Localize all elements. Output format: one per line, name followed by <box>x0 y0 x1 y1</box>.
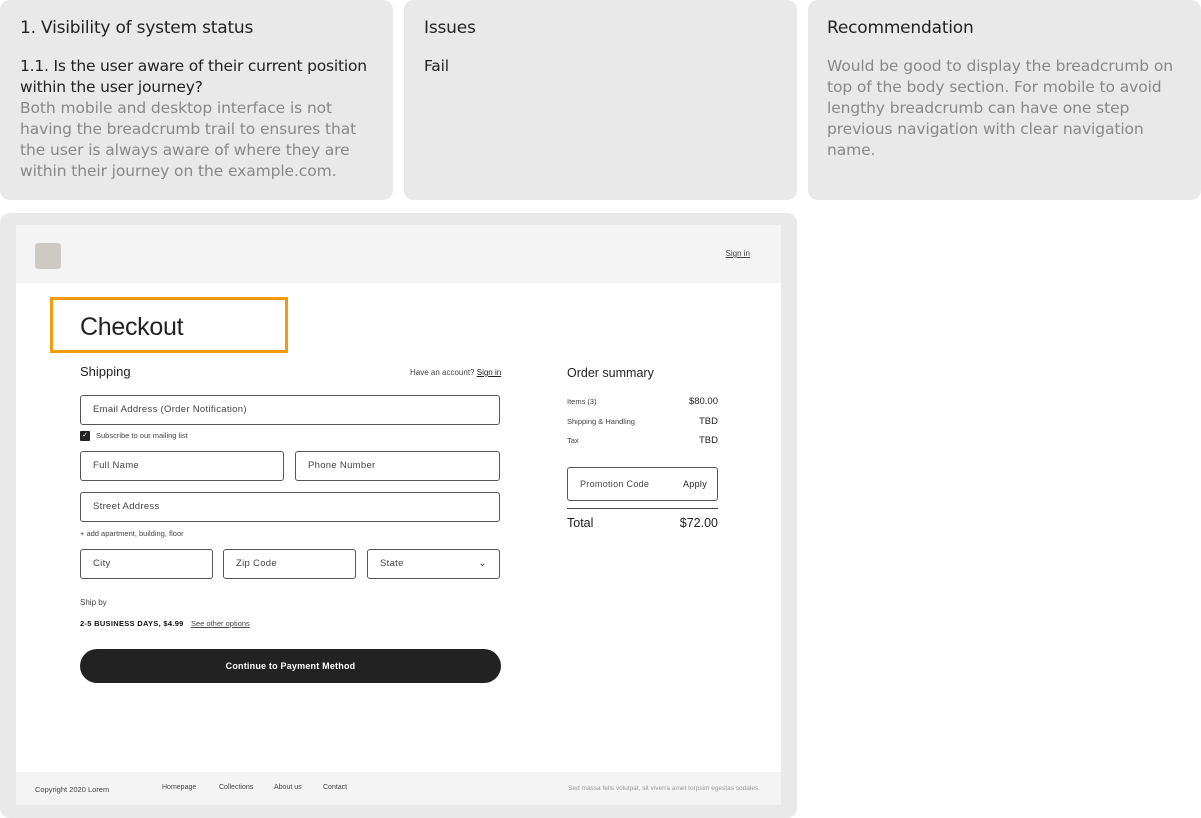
city-field[interactable]: City <box>80 549 213 579</box>
see-other-options-link[interactable]: See other options <box>191 619 250 628</box>
summary-row: Tax TBD <box>567 435 718 446</box>
total-value: $72.00 <box>679 516 718 530</box>
issues-title: Issues <box>424 18 476 38</box>
footer-link-about-us[interactable]: About us <box>274 784 302 791</box>
email-field[interactable]: Email Address (Order Notification) <box>80 395 500 425</box>
promotion-code-field[interactable]: Promotion Code Apply <box>567 467 718 501</box>
shipping-heading: Shipping <box>80 364 131 379</box>
summary-row-label: Tax <box>567 436 579 445</box>
heuristic-question: 1.1. Is the user aware of their current … <box>20 57 367 96</box>
account-prompt: Have an account? Sign in <box>410 368 501 377</box>
summary-row: Shipping & Handling TBD <box>567 416 718 427</box>
street-address-field[interactable]: Street Address <box>80 492 500 522</box>
recommendation-card: Recommendation Would be good to display … <box>808 0 1201 200</box>
order-summary-heading: Order summary <box>567 366 654 380</box>
footer-link-homepage[interactable]: Homepage <box>162 784 196 791</box>
phone-field[interactable]: Phone Number <box>295 451 500 481</box>
ship-option: 2-5 BUSINESS DAYS, $4.99 <box>80 619 184 628</box>
chevron-down-icon: ⌄ <box>478 558 487 569</box>
checkout-page: Sign in Checkout Shipping Have an accoun… <box>16 225 781 805</box>
check-icon: ✓ <box>82 432 88 439</box>
account-prompt-text: Have an account? <box>410 368 475 377</box>
recommendation-title: Recommendation <box>827 18 974 38</box>
footer-tagline: Sed massa felis volutpat, sit viverra am… <box>568 785 760 792</box>
zip-code-field[interactable]: Zip Code <box>223 549 356 579</box>
footer-link-collections[interactable]: Collections <box>219 784 253 791</box>
continue-to-payment-button[interactable]: Continue to Payment Method <box>80 649 501 683</box>
apply-promo-button[interactable]: Apply <box>683 479 707 489</box>
checkout-screenshot-frame: Sign in Checkout Shipping Have an accoun… <box>0 213 797 818</box>
page-title: Checkout <box>80 313 184 341</box>
summary-row-value: $80.00 <box>688 396 718 407</box>
summary-row-value: TBD <box>699 416 718 427</box>
recommendation-text: Would be good to display the breadcrumb … <box>827 57 1173 159</box>
full-name-field[interactable]: Full Name <box>80 451 284 481</box>
summary-row-value: TBD <box>699 435 718 446</box>
state-select-value: State <box>380 558 404 569</box>
subscribe-checkbox[interactable]: ✓ <box>80 431 90 441</box>
summary-divider <box>567 508 718 509</box>
heuristic-card: 1. Visibility of system status 1.1. Is t… <box>0 0 393 200</box>
subscribe-label: Subscribe to our mailing list <box>96 431 188 440</box>
summary-row: Items (3) $80.00 <box>567 396 718 407</box>
site-footer: Copyright 2020 Lorem Homepage Collection… <box>16 772 781 805</box>
state-select[interactable]: State ⌄ <box>367 549 500 579</box>
site-header: Sign in <box>16 225 781 283</box>
heuristic-description: Both mobile and desktop interface is not… <box>20 99 357 180</box>
summary-row-label: Shipping & Handling <box>567 417 635 426</box>
ship-by-label: Ship by <box>80 598 107 607</box>
footer-copyright: Copyright 2020 Lorem <box>35 785 110 794</box>
promotion-code-placeholder: Promotion Code <box>580 479 650 489</box>
footer-link-contact[interactable]: Contact <box>323 784 347 791</box>
account-sign-in-link[interactable]: Sign in <box>477 368 501 377</box>
issues-result: Fail <box>424 57 449 75</box>
summary-row-label: Items (3) <box>567 397 597 406</box>
header-sign-in-link[interactable]: Sign in <box>726 249 750 258</box>
street-hint-link[interactable]: + add apartment, building, floor <box>80 529 184 538</box>
heuristic-title: 1. Visibility of system status <box>20 18 254 38</box>
issues-card: Issues Fail <box>404 0 797 200</box>
logo-placeholder[interactable] <box>35 243 61 269</box>
